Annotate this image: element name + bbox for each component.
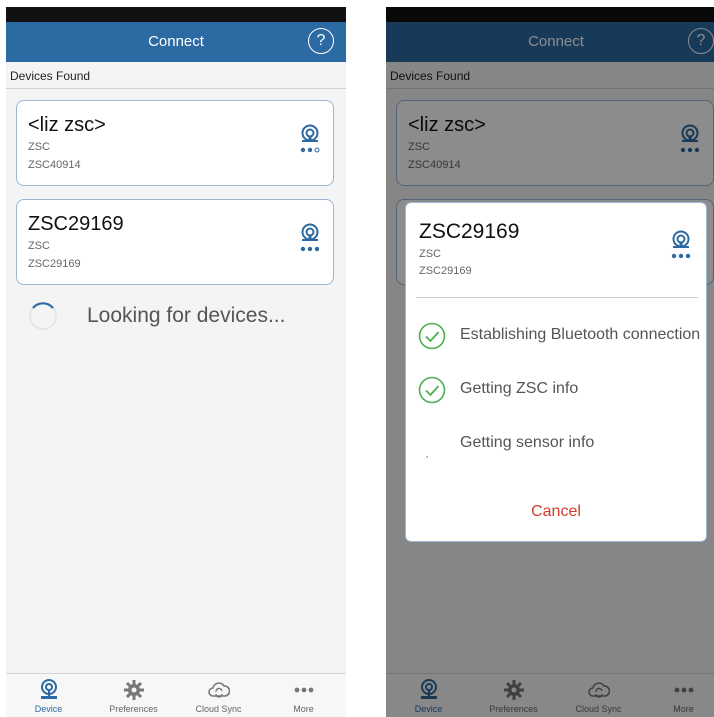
section-label: Devices Found [10,69,91,83]
signal-icon [300,220,320,252]
tab-label: Preferences [109,704,158,714]
step-label: Getting ZSC info [460,380,579,397]
device-name: ZSC29169 [28,213,124,235]
loading-spinner-icon [29,302,57,330]
divider [416,297,698,298]
nav-bar: Connect ? [6,22,346,62]
devices-found-header: Devices Found [6,62,346,89]
device-name: <liz zsc> [28,114,106,136]
tab-more[interactable]: More [261,674,346,717]
step-label: Establishing Bluetooth connection [460,326,701,343]
page-title: Connect [148,33,204,50]
progress-indicator [426,456,428,458]
tab-bar: Device Preferences Cloud Sync More [6,673,346,717]
device-icon [38,679,60,701]
check-circle-icon [418,376,446,404]
help-button[interactable]: ? [308,28,334,54]
device-type: ZSC [28,240,50,252]
right-screen: Connect ? Devices Found <liz zsc> ZSC ZS… [386,7,714,717]
device-serial: ZSC40914 [28,159,81,171]
tab-label: Cloud Sync [195,704,242,714]
tab-preferences[interactable]: Preferences [91,674,176,717]
connection-dialog: ZSC29169 ZSC ZSC29169 Establishing Bluet… [405,202,707,542]
status-text: Looking for devices... [87,304,286,327]
left-screen: Connect ? Devices Found <liz zsc> ZSC ZS… [6,7,346,717]
step-label: Getting sensor info [460,434,595,451]
signal-icon [300,121,320,153]
device-serial: ZSC29169 [28,258,81,270]
device-card-1[interactable]: <liz zsc> ZSC ZSC40914 [16,100,334,186]
tab-cloud-sync[interactable]: Cloud Sync [176,674,261,717]
device-name: ZSC29169 [419,220,520,243]
tab-label: More [293,704,314,714]
gear-icon [123,679,145,701]
more-icon [293,679,315,701]
signal-icon [671,227,691,259]
device-card-2[interactable]: ZSC29169 ZSC ZSC29169 [16,199,334,285]
device-serial: ZSC29169 [419,265,472,277]
device-type: ZSC [28,141,50,153]
device-type: ZSC [419,248,441,260]
tab-device[interactable]: Device [6,674,91,717]
status-bar [6,7,346,22]
cancel-button[interactable]: Cancel [406,503,706,521]
tab-label: Device [34,704,63,714]
cloud-sync-icon [208,679,230,701]
check-circle-icon [418,322,446,350]
